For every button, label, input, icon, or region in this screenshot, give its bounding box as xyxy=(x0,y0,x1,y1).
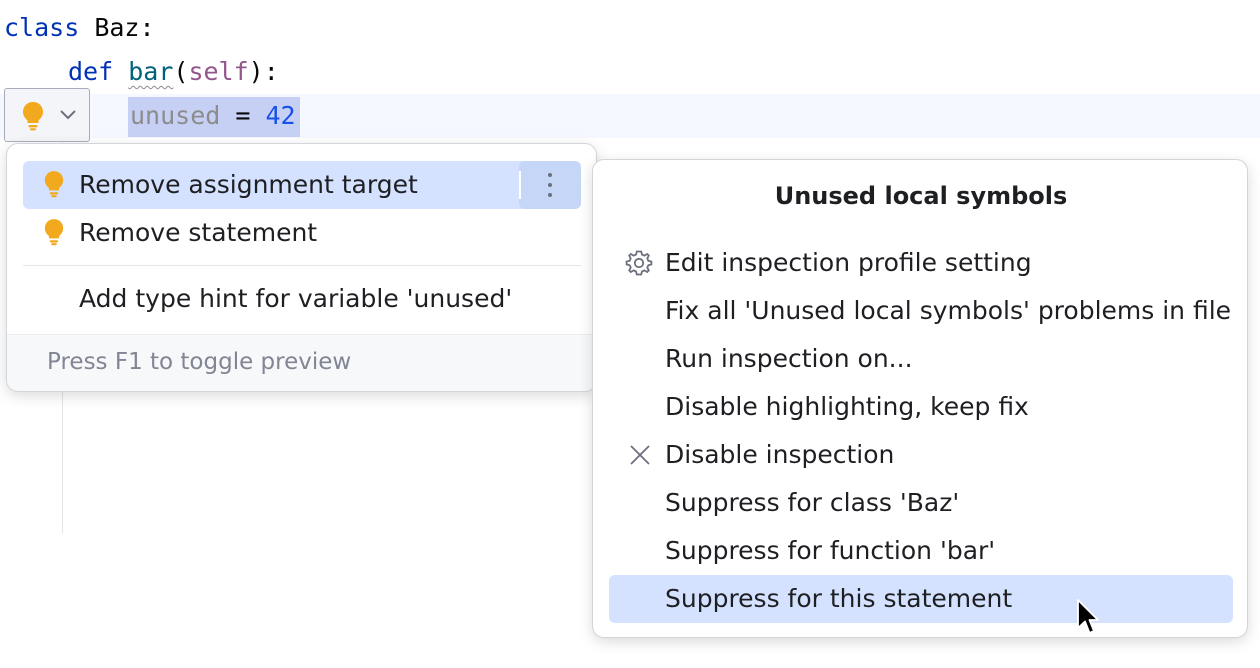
intention-item-remove-assignment-target[interactable]: Remove assignment target xyxy=(23,161,581,209)
keyword-def: def xyxy=(68,57,114,86)
intention-bulb-button[interactable] xyxy=(4,88,90,142)
menu-item-suppress-statement[interactable]: Suppress for this statement xyxy=(609,575,1233,623)
footer-hint: Press F1 to toggle preview xyxy=(47,349,352,375)
intention-item-remove-statement[interactable]: Remove statement xyxy=(23,209,581,257)
number-literal: 42 xyxy=(265,101,296,130)
paren-open: ( xyxy=(173,57,189,86)
menu-item-fix-all[interactable]: Fix all 'Unused local symbols' problems … xyxy=(609,287,1233,335)
function-name: bar xyxy=(128,57,174,86)
intention-item-label: Remove statement xyxy=(79,218,318,247)
bulb-icon xyxy=(23,102,43,131)
bulb-icon xyxy=(44,171,64,198)
menu-item-suppress-function[interactable]: Suppress for function 'bar' xyxy=(609,527,1233,575)
assign-operator: = xyxy=(220,101,266,130)
menu-item-label: Suppress for this statement xyxy=(665,584,1013,613)
divider xyxy=(519,171,521,199)
close-icon xyxy=(630,445,650,465)
menu-item-label: Suppress for function 'bar' xyxy=(665,536,996,565)
menu-item-label: Disable inspection xyxy=(665,440,895,469)
menu-item-label: Suppress for class 'Baz' xyxy=(665,488,960,517)
submenu-title: Unused local symbols xyxy=(774,182,1068,210)
mouse-cursor-icon xyxy=(1077,599,1099,634)
intention-item-label: Add type hint for variable 'unused' xyxy=(79,284,513,313)
separator xyxy=(23,265,581,266)
menu-item-label: Disable highlighting, keep fix xyxy=(665,392,1029,421)
unused-variable: unused xyxy=(130,101,221,130)
self-param: self xyxy=(188,57,249,86)
inspection-options-submenu: Unused local symbols Edit inspection pro… xyxy=(592,159,1248,638)
more-vertical-icon xyxy=(548,173,552,197)
intention-item-add-type-hint[interactable]: Add type hint for variable 'unused' xyxy=(23,275,581,323)
menu-item-label: Run inspection on... xyxy=(665,344,913,373)
keyword-class: class xyxy=(4,13,80,42)
popup-footer: Press F1 to toggle preview xyxy=(7,334,596,391)
bulb-icon xyxy=(44,219,64,246)
menu-item-disable-highlighting[interactable]: Disable highlighting, keep fix xyxy=(609,383,1233,431)
code-line-2[interactable]: def bar(self): xyxy=(68,50,279,94)
more-options-button[interactable] xyxy=(519,161,581,209)
chevron-down-icon xyxy=(60,110,76,120)
menu-item-disable-inspection[interactable]: Disable inspection xyxy=(609,431,1233,479)
menu-item-edit-inspection-profile[interactable]: Edit inspection profile setting xyxy=(609,239,1233,287)
menu-item-label: Fix all 'Unused local symbols' problems … xyxy=(665,296,1232,325)
paren-close: ): xyxy=(248,57,279,86)
intention-actions-popup: Remove assignment target Remove statemen… xyxy=(6,143,597,392)
code-line-1[interactable]: class Baz: xyxy=(4,6,155,50)
gear-icon xyxy=(625,250,653,276)
menu-item-run-inspection[interactable]: Run inspection on... xyxy=(609,335,1233,383)
menu-item-label: Edit inspection profile setting xyxy=(665,248,1032,277)
class-name: Baz: xyxy=(79,13,155,42)
code-line-3[interactable]: unused = 42 xyxy=(130,94,296,138)
menu-item-suppress-class[interactable]: Suppress for class 'Baz' xyxy=(609,479,1233,527)
intention-item-label: Remove assignment target xyxy=(79,170,418,199)
